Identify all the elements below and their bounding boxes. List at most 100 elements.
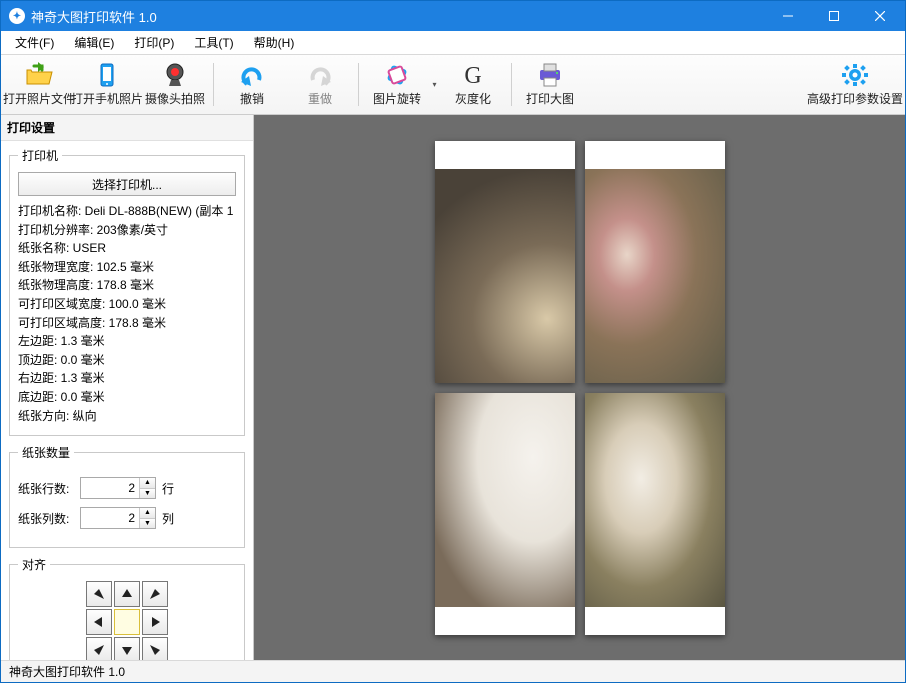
align-top-left[interactable] <box>86 581 112 607</box>
align-bottom-right[interactable] <box>142 637 168 660</box>
align-left[interactable] <box>86 609 112 635</box>
menu-file[interactable]: 文件(F) <box>5 32 64 53</box>
rows-input[interactable] <box>81 478 139 498</box>
toolbar-separator <box>511 63 512 106</box>
page-image <box>585 393 725 607</box>
paper-count-group: 纸张数量 纸张行数: ▲▼ 行 纸张列数: ▲▼ <box>9 444 245 548</box>
titlebar[interactable]: ✦ 神奇大图打印软件 1.0 <box>1 1 905 31</box>
paper-count-legend: 纸张数量 <box>18 444 74 461</box>
menu-tools[interactable]: 工具(T) <box>184 32 243 53</box>
align-bottom-left[interactable] <box>86 637 112 660</box>
advanced-settings-button[interactable]: 高级打印参数设置 <box>809 57 901 112</box>
cols-down[interactable]: ▼ <box>140 519 155 529</box>
align-right[interactable] <box>142 609 168 635</box>
minimize-button[interactable] <box>765 1 811 31</box>
alignment-group: 对齐 <box>9 556 245 660</box>
camera-button[interactable]: 摄像头拍照 <box>141 57 209 112</box>
rotate-label: 图片旋转 <box>373 90 421 107</box>
page-image <box>435 393 575 607</box>
printer-info-line: 纸张方向: 纵向 <box>18 407 236 426</box>
page-tile-3[interactable] <box>435 393 575 635</box>
close-button[interactable] <box>857 1 903 31</box>
statusbar: 神奇大图打印软件 1.0 <box>1 660 905 682</box>
printer-icon <box>535 62 565 88</box>
undo-label: 撤销 <box>240 90 264 107</box>
printer-info-line: 可打印区域宽度: 100.0 毫米 <box>18 295 236 314</box>
cols-input[interactable] <box>81 508 139 528</box>
main-window: ✦ 神奇大图打印软件 1.0 文件(F) 编辑(E) 打印(P) 工具(T) 帮… <box>0 0 906 683</box>
open-file-label: 打开照片文件 <box>3 90 75 107</box>
open-file-button[interactable]: 打开照片文件 <box>5 57 73 112</box>
align-top-right[interactable] <box>142 581 168 607</box>
rotate-button[interactable]: 图片旋转 <box>363 57 431 112</box>
printer-info-line: 纸张物理高度: 178.8 毫米 <box>18 276 236 295</box>
redo-icon <box>305 62 335 88</box>
page-tile-2[interactable] <box>585 141 725 383</box>
rotate-dropdown[interactable]: ▾ <box>429 57 439 112</box>
printer-info-line: 打印机名称: Deli DL-888B(NEW) (副本 1 <box>18 202 236 221</box>
align-bottom[interactable] <box>114 637 140 660</box>
advanced-settings-label: 高级打印参数设置 <box>807 90 903 107</box>
toolbar-separator <box>358 63 359 106</box>
grayscale-label: 灰度化 <box>455 90 491 107</box>
sidebar-header: 打印设置 <box>1 115 253 141</box>
menu-edit[interactable]: 编辑(E) <box>64 32 124 53</box>
printer-info-line: 打印机分辨率: 203像素/英寸 <box>18 221 236 240</box>
camera-label: 摄像头拍照 <box>145 90 205 107</box>
folder-open-icon <box>24 62 54 88</box>
menu-print[interactable]: 打印(P) <box>124 32 184 53</box>
app-icon: ✦ <box>9 8 25 24</box>
rows-unit: 行 <box>162 480 174 497</box>
window-title: 神奇大图打印软件 1.0 <box>31 7 765 26</box>
sidebar: 打印设置 打印机 选择打印机... 打印机名称: Deli DL-888B(NE… <box>1 115 254 660</box>
open-phone-label: 打开手机照片 <box>71 90 143 107</box>
undo-icon <box>237 62 267 88</box>
alignment-grid <box>18 581 236 660</box>
printer-info-line: 纸张物理宽度: 102.5 毫米 <box>18 258 236 277</box>
webcam-icon <box>160 62 190 88</box>
rows-label: 纸张行数: <box>18 480 74 497</box>
printer-info-line: 底边距: 0.0 毫米 <box>18 388 236 407</box>
page-tile-4[interactable] <box>585 393 725 635</box>
cols-up[interactable]: ▲ <box>140 508 155 519</box>
grayscale-icon: G <box>458 62 488 88</box>
alignment-legend: 对齐 <box>18 556 50 573</box>
page-image <box>435 169 575 383</box>
rotate-icon <box>382 62 412 88</box>
undo-button[interactable]: 撤销 <box>218 57 286 112</box>
printer-info-line: 右边距: 1.3 毫米 <box>18 369 236 388</box>
page-image <box>585 169 725 383</box>
cols-spinner[interactable]: ▲▼ <box>80 507 156 529</box>
toolbar: 打开照片文件 打开手机照片 摄像头拍照 撤销 重做 图片旋转 ▾ G 灰度化 <box>1 55 905 115</box>
rows-up[interactable]: ▲ <box>140 478 155 489</box>
rows-down[interactable]: ▼ <box>140 489 155 499</box>
print-big-button[interactable]: 打印大图 <box>516 57 584 112</box>
printer-info-line: 纸张名称: USER <box>18 239 236 258</box>
page-preview-grid <box>435 141 725 635</box>
phone-icon <box>92 62 122 88</box>
printer-info-line: 可打印区域高度: 178.8 毫米 <box>18 314 236 333</box>
redo-button[interactable]: 重做 <box>286 57 354 112</box>
printer-group: 打印机 选择打印机... 打印机名称: Deli DL-888B(NEW) (副… <box>9 147 245 436</box>
page-tile-1[interactable] <box>435 141 575 383</box>
rows-spinner[interactable]: ▲▼ <box>80 477 156 499</box>
select-printer-button[interactable]: 选择打印机... <box>18 172 236 196</box>
canvas-area[interactable] <box>254 115 905 660</box>
printer-group-legend: 打印机 <box>18 147 62 164</box>
status-text: 神奇大图打印软件 1.0 <box>9 663 125 680</box>
cols-label: 纸张列数: <box>18 510 74 527</box>
grayscale-button[interactable]: G 灰度化 <box>439 57 507 112</box>
maximize-button[interactable] <box>811 1 857 31</box>
align-center[interactable] <box>114 609 140 635</box>
print-big-label: 打印大图 <box>526 90 574 107</box>
align-top[interactable] <box>114 581 140 607</box>
menu-help[interactable]: 帮助(H) <box>244 32 305 53</box>
printer-info-line: 顶边距: 0.0 毫米 <box>18 351 236 370</box>
menubar: 文件(F) 编辑(E) 打印(P) 工具(T) 帮助(H) <box>1 31 905 55</box>
gear-icon <box>840 62 870 88</box>
toolbar-separator <box>213 63 214 106</box>
svg-text:G: G <box>464 63 481 88</box>
printer-info-line: 左边距: 1.3 毫米 <box>18 332 236 351</box>
open-phone-button[interactable]: 打开手机照片 <box>73 57 141 112</box>
cols-unit: 列 <box>162 510 174 527</box>
